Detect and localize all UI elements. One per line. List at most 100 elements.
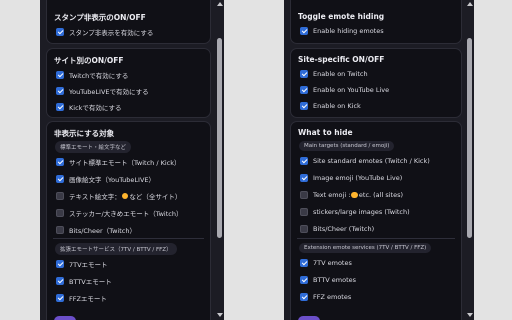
option-label: BTTVエモート <box>69 278 112 286</box>
checkbox-icon[interactable] <box>56 209 64 217</box>
section-title-site: Site-specific ON/OFF <box>298 55 385 64</box>
option-label: Enable on YouTube Live <box>313 86 390 94</box>
checkbox-icon[interactable] <box>300 225 308 233</box>
option-label-before: テキスト絵文字： <box>69 193 121 201</box>
option-bttv[interactable]: BTTVエモート <box>56 276 112 286</box>
checkbox-icon[interactable] <box>56 175 64 183</box>
checkbox-icon[interactable] <box>300 27 308 35</box>
checkbox-icon[interactable] <box>56 158 64 166</box>
scroll-up-icon[interactable] <box>217 2 223 6</box>
option-label-before: Text emoji : <box>313 191 351 199</box>
option-label: Bits/Cheer (Twitch) <box>313 225 375 233</box>
checkbox-icon[interactable] <box>56 103 64 111</box>
option-label: Enable hiding emotes <box>313 27 384 35</box>
group-label-main: 標準エモート・絵文字など <box>55 141 132 153</box>
option-label-after: など（全サイト） <box>129 193 182 201</box>
settings-panel-english: Toggle emote hiding Enable hiding emotes… <box>284 0 474 320</box>
option-label: Image emoji (YouTube Live) <box>313 174 403 182</box>
option-label: Kickで有効にする <box>69 104 122 112</box>
option-label: FFZエモート <box>69 295 107 303</box>
group-label-extension: Extension emote services (7TV / BTTV / F… <box>299 243 432 253</box>
checkbox-icon[interactable] <box>56 28 64 36</box>
option-image-emoji[interactable]: 画像絵文字（YouTubeLIVE） <box>56 174 155 184</box>
option-text-emoji[interactable]: Text emoji : etc. (all sites) <box>300 191 403 199</box>
option-stickers[interactable]: stickers/large images (Twitch) <box>300 208 410 216</box>
card-site-specific: サイト別のON/OFF Twitchで有効にする YouTubeLIVEで有効に… <box>46 48 211 118</box>
option-bits[interactable]: Bits/Cheer (Twitch) <box>300 225 374 233</box>
option-image-emoji[interactable]: Image emoji (YouTube Live) <box>300 174 402 182</box>
option-youtube[interactable]: Enable on YouTube Live <box>300 86 389 94</box>
option-label: FFZ emotes <box>313 293 352 301</box>
option-ffz[interactable]: FFZ emotes <box>300 293 351 301</box>
group-label-main: Main targets (standard / emoji) <box>299 141 395 151</box>
option-label: Enable on Twitch <box>313 70 368 78</box>
option-enable-hiding[interactable]: Enable hiding emotes <box>300 27 384 35</box>
checkbox-icon[interactable] <box>300 86 308 94</box>
option-label: ステッカー/大きめエモート（Twitch） <box>69 210 183 218</box>
checkbox-icon[interactable] <box>300 174 308 182</box>
option-enable-hiding[interactable]: スタンプ非表示を有効にする <box>56 27 153 37</box>
section-title-targets: 非表示にする対象 <box>54 129 115 138</box>
checkbox-icon[interactable] <box>300 191 308 199</box>
option-label: Bits/Cheer（Twitch） <box>69 227 136 235</box>
option-twitch[interactable]: Twitchで有効にする <box>56 70 128 80</box>
checkbox-icon[interactable] <box>56 192 64 200</box>
checkbox-icon[interactable] <box>300 276 308 284</box>
option-stickers[interactable]: ステッカー/大きめエモート（Twitch） <box>56 208 182 218</box>
card-what-to-hide: What to hide Main targets (standard / em… <box>290 121 462 320</box>
option-label: Enable on Kick <box>313 102 361 110</box>
checkbox-icon[interactable] <box>300 208 308 216</box>
checkbox-icon[interactable] <box>300 70 308 78</box>
checkbox-icon[interactable] <box>56 226 64 234</box>
divider <box>53 238 204 239</box>
option-label: サイト標準エモート（Twitch / Kick） <box>69 159 181 167</box>
partial-bottom-button[interactable] <box>298 316 320 320</box>
option-7tv[interactable]: 7TV emotes <box>300 259 352 267</box>
scroll-down-icon[interactable] <box>467 313 473 317</box>
option-twitch[interactable]: Enable on Twitch <box>300 70 368 78</box>
option-label: 7TV emotes <box>313 259 352 267</box>
card-what-to-hide: 非表示にする対象 標準エモート・絵文字など サイト標準エモート（Twitch /… <box>46 121 211 320</box>
checkbox-icon[interactable] <box>300 157 308 165</box>
card-toggle-hiding: スタンプ非表示のON/OFF スタンプ非表示を有効にする <box>46 0 211 44</box>
option-bttv[interactable]: BTTV emotes <box>300 276 356 284</box>
section-title-targets: What to hide <box>298 128 353 137</box>
checkbox-icon[interactable] <box>56 260 64 268</box>
section-title-site: サイト別のON/OFF <box>54 56 124 65</box>
option-label: 7TVエモート <box>69 261 108 269</box>
card-toggle-hiding: Toggle emote hiding Enable hiding emotes <box>290 0 462 44</box>
group-label-extension: 拡張エモートサービス（7TV / BTTV / FFZ） <box>55 243 177 255</box>
checkbox-icon[interactable] <box>56 71 64 79</box>
scrollbar[interactable] <box>215 0 224 320</box>
option-label-after: etc. (all sites) <box>358 191 404 199</box>
section-title-toggle: Toggle emote hiding <box>298 12 385 21</box>
checkbox-icon[interactable] <box>56 87 64 95</box>
option-youtube[interactable]: YouTubeLIVEで有効にする <box>56 86 149 96</box>
partial-bottom-button[interactable] <box>54 316 76 320</box>
scrollbar[interactable] <box>465 0 474 320</box>
option-bits[interactable]: Bits/Cheer（Twitch） <box>56 225 136 235</box>
scrollbar-thumb[interactable] <box>217 38 222 238</box>
checkbox-icon[interactable] <box>56 277 64 285</box>
option-label: YouTubeLIVEで有効にする <box>69 88 149 96</box>
option-ffz[interactable]: FFZエモート <box>56 293 107 303</box>
option-site-emotes[interactable]: サイト標準エモート（Twitch / Kick） <box>56 157 181 167</box>
scroll-up-icon[interactable] <box>467 2 473 6</box>
checkbox-icon[interactable] <box>300 293 308 301</box>
option-label: スタンプ非表示を有効にする <box>69 29 154 37</box>
option-kick[interactable]: Enable on Kick <box>300 102 361 110</box>
option-7tv[interactable]: 7TVエモート <box>56 259 108 269</box>
option-kick[interactable]: Kickで有効にする <box>56 102 121 112</box>
divider <box>297 238 455 239</box>
scrollbar-thumb[interactable] <box>467 38 472 238</box>
option-label: Site standard emotes (Twitch / Kick) <box>313 157 430 165</box>
settings-panel-japanese: スタンプ非表示のON/OFF スタンプ非表示を有効にする サイト別のON/OFF… <box>40 0 224 320</box>
section-title-toggle: スタンプ非表示のON/OFF <box>54 13 146 22</box>
checkbox-icon[interactable] <box>300 102 308 110</box>
option-site-emotes[interactable]: Site standard emotes (Twitch / Kick) <box>300 157 430 165</box>
checkbox-icon[interactable] <box>300 259 308 267</box>
checkbox-icon[interactable] <box>56 294 64 302</box>
scroll-down-icon[interactable] <box>217 313 223 317</box>
option-label: stickers/large images (Twitch) <box>313 208 410 216</box>
option-text-emoji[interactable]: テキスト絵文字： など（全サイト） <box>56 191 181 201</box>
